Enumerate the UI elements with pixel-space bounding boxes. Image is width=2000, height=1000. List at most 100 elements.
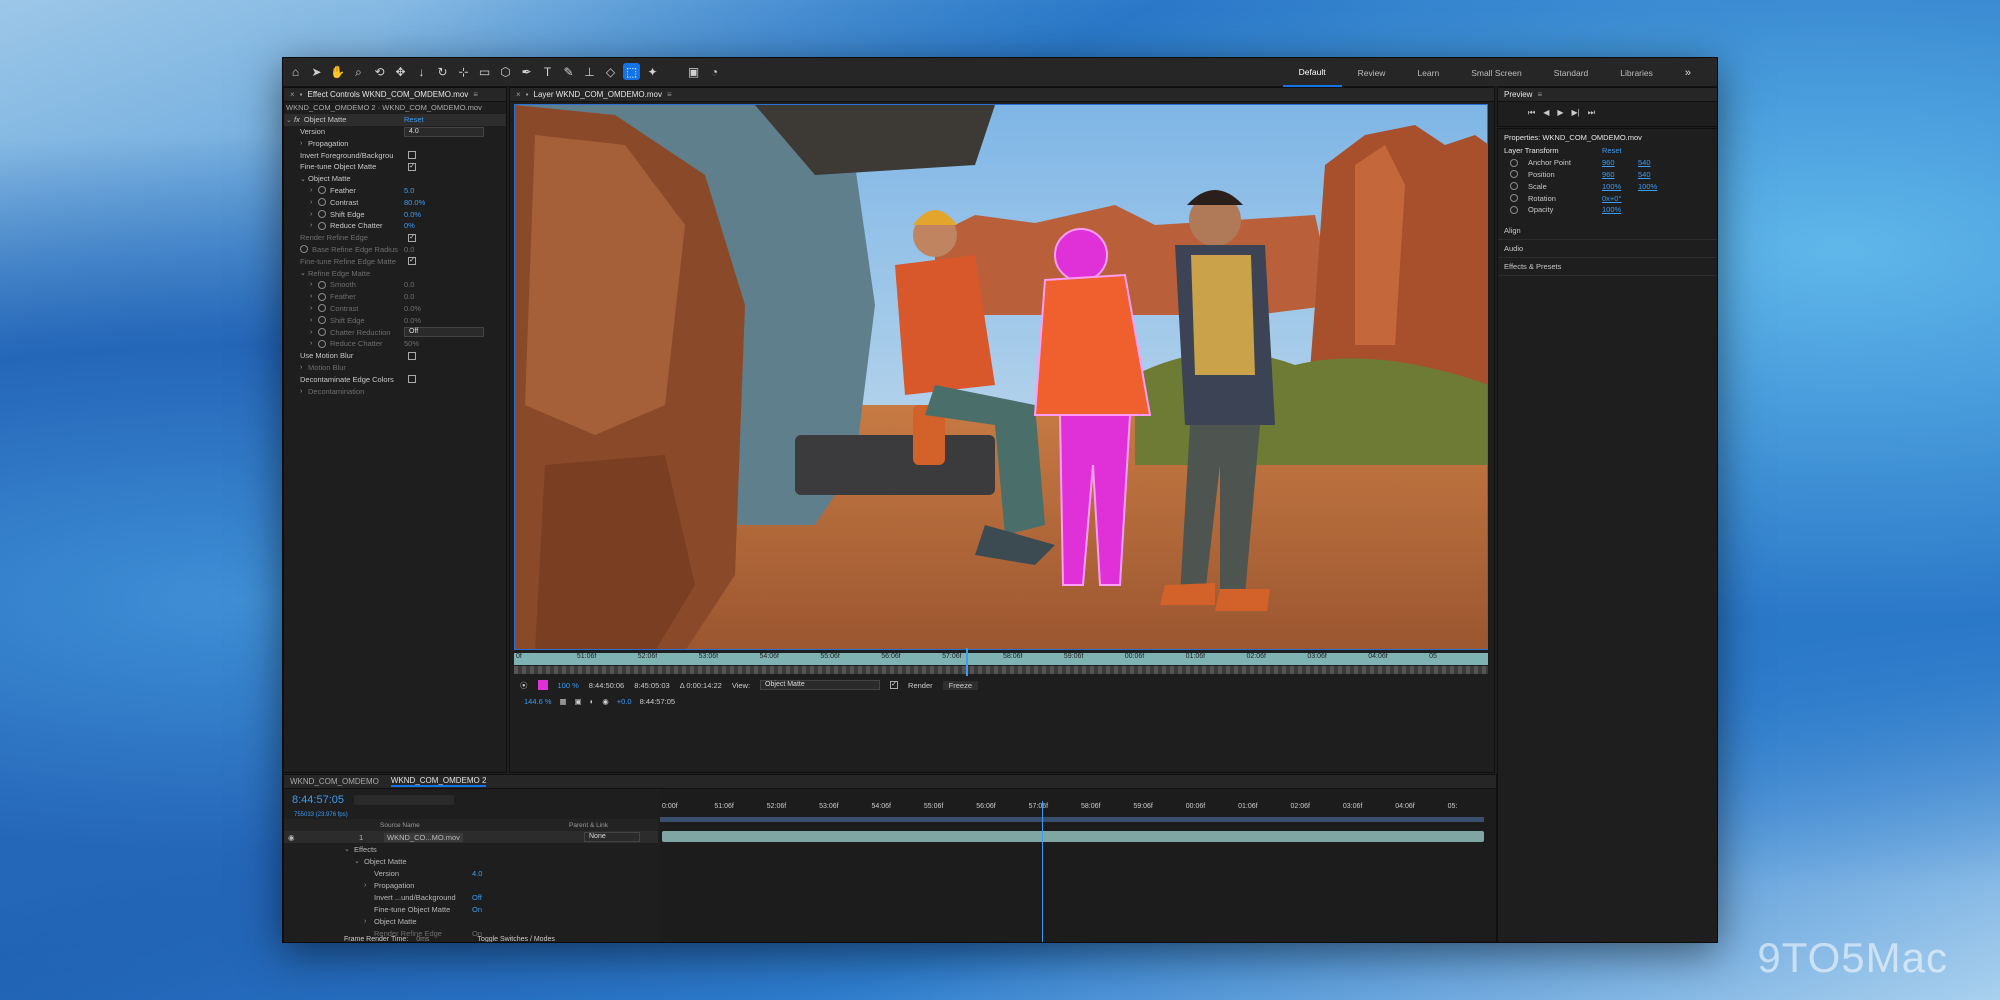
- collapsed-section-row[interactable]: Align: [1498, 222, 1717, 240]
- timeline-prop-value[interactable]: On: [472, 905, 482, 914]
- stopwatch-icon[interactable]: [300, 245, 308, 254]
- effect-prop-row[interactable]: Invert Foreground/Backgrou: [284, 149, 506, 161]
- panel-menu-icon[interactable]: ≡: [473, 90, 478, 99]
- workspace-small-screen[interactable]: Small Screen: [1455, 58, 1538, 87]
- search-input[interactable]: [354, 795, 454, 805]
- transform-value[interactable]: 0x+0°: [1602, 194, 1621, 203]
- timeline-track-area[interactable]: 0:00f 51:06f 52:06f 53:06f 54:06f 55:06f 56:06…: [660, 789, 1496, 942]
- effect-prop-row[interactable]: › Feather 0.0: [284, 291, 506, 303]
- first-frame-icon[interactable]: ⏮: [1528, 108, 1535, 118]
- object-selection-tool-icon[interactable]: ⬚: [623, 63, 640, 80]
- effect-prop-row[interactable]: › Feather 5.0: [284, 185, 506, 197]
- effect-header-row[interactable]: ⌄ fx Object Matte Reset: [284, 113, 506, 126]
- workspace-review[interactable]: Review: [1342, 58, 1402, 87]
- stopwatch-icon[interactable]: [318, 280, 326, 289]
- transform-value[interactable]: 540: [1638, 158, 1651, 167]
- transform-value[interactable]: 540: [1638, 170, 1651, 179]
- collapse-icon[interactable]: ⌄: [286, 116, 294, 124]
- visibility-icon[interactable]: ◉: [288, 833, 295, 842]
- effect-controls-tab[interactable]: × ▪ Effect Controls WKND_COM_OMDEMO.mov …: [284, 88, 506, 102]
- stopwatch-icon[interactable]: [1510, 194, 1518, 203]
- time-out-value[interactable]: 8:45:05:03: [634, 681, 669, 690]
- toggle-switches-button[interactable]: Toggle Switches / Modes: [477, 936, 554, 943]
- effect-prop-value[interactable]: 0.0: [404, 245, 414, 254]
- effect-prop-checkbox[interactable]: ✓: [408, 257, 416, 266]
- zoom-tool-icon[interactable]: ⌕: [350, 63, 367, 80]
- stopwatch-icon[interactable]: [318, 186, 326, 195]
- transform-value[interactable]: 100%: [1602, 205, 1621, 214]
- timeline-prop-row[interactable]: Fine-tune Object Matte On: [284, 903, 658, 915]
- timeline-prop-row[interactable]: › Propagation: [284, 879, 658, 891]
- layer-name[interactable]: WKND_CO...MO.mov: [384, 832, 463, 842]
- transform-row[interactable]: Scale 100% 100%: [1498, 180, 1717, 192]
- effect-prop-row[interactable]: Decontaminate Edge Colors: [284, 373, 506, 385]
- expand-icon[interactable]: ›: [310, 317, 318, 324]
- lock-icon[interactable]: ▪: [526, 90, 529, 99]
- panel-menu-icon[interactable]: ≡: [667, 90, 672, 99]
- effect-prop-row[interactable]: Fine-tune Object Matte ✓: [284, 161, 506, 173]
- comment-icon[interactable]: ◔: [706, 63, 723, 80]
- expand-icon[interactable]: ›: [300, 140, 308, 147]
- layer-viewer-tab[interactable]: × ▪ Layer WKND_COM_OMDEMO.mov ≡: [510, 88, 1494, 102]
- expand-icon[interactable]: ›: [364, 918, 372, 925]
- stopwatch-icon[interactable]: [1510, 205, 1518, 214]
- pan-camera-icon[interactable]: ✥: [392, 63, 409, 80]
- clone-stamp-icon[interactable]: ⊥: [581, 63, 598, 80]
- effect-prop-checkbox[interactable]: ✓: [408, 233, 416, 242]
- collapsed-section-row[interactable]: Effects & Presets: [1498, 258, 1717, 276]
- effect-prop-row[interactable]: › Contrast 80.0%: [284, 196, 506, 208]
- transform-value[interactable]: 100%: [1602, 182, 1621, 191]
- exposure-offset[interactable]: +0.0: [617, 697, 632, 706]
- expand-icon[interactable]: ⌄: [354, 857, 362, 865]
- home-icon[interactable]: ⌂: [287, 63, 304, 80]
- stopwatch-icon[interactable]: [318, 210, 326, 219]
- stopwatch-icon[interactable]: [1510, 182, 1518, 191]
- expand-icon[interactable]: ›: [310, 305, 318, 312]
- effect-prop-row[interactable]: › Smooth 0.0: [284, 279, 506, 291]
- video-frame[interactable]: [514, 104, 1488, 650]
- workspace-default[interactable]: Default: [1282, 58, 1342, 87]
- stopwatch-icon[interactable]: [318, 292, 326, 301]
- transform-value[interactable]: 100%: [1638, 182, 1657, 191]
- expand-icon[interactable]: ›: [310, 199, 318, 206]
- pan-behind-icon[interactable]: ⊹: [455, 63, 472, 80]
- expand-icon[interactable]: ⌄: [344, 845, 352, 853]
- effect-prop-row[interactable]: › Motion Blur: [284, 362, 506, 374]
- close-icon[interactable]: ×: [516, 90, 521, 99]
- expand-icon[interactable]: ›: [310, 329, 318, 336]
- render-layer-icon[interactable]: ⦿: [520, 680, 528, 691]
- effect-reset-link[interactable]: Reset: [404, 115, 424, 124]
- layer-row[interactable]: ◉ 1 WKND_CO...MO.mov None: [284, 831, 658, 843]
- timeline-prop-row[interactable]: Invert ...und/Background Off: [284, 891, 658, 903]
- matte-opacity-value[interactable]: 100 %: [558, 681, 579, 690]
- work-area-bar[interactable]: [660, 817, 1484, 822]
- effect-prop-checkbox[interactable]: [408, 351, 416, 360]
- viewer-scrub-bar[interactable]: [514, 666, 1488, 674]
- effect-prop-dropdown[interactable]: 4.0: [404, 126, 484, 137]
- grid-icon[interactable]: ▦: [560, 697, 567, 706]
- comp-tab-2[interactable]: WKND_COM_OMDEMO 2: [390, 776, 487, 787]
- timeline-prop-row[interactable]: Version 4.0: [284, 867, 658, 879]
- transform-value[interactable]: 960: [1602, 158, 1615, 167]
- effect-prop-value[interactable]: 0.0: [404, 280, 414, 289]
- fx-icon[interactable]: fx: [294, 115, 300, 124]
- effect-prop-row[interactable]: › Shift Edge 0.0%: [284, 208, 506, 220]
- effect-prop-row[interactable]: › Chatter Reduction Off: [284, 326, 506, 338]
- effect-prop-value[interactable]: 0.0%: [404, 304, 421, 313]
- snapping-icon[interactable]: ▣: [685, 63, 702, 80]
- expand-icon[interactable]: ›: [300, 388, 308, 395]
- effect-prop-value[interactable]: 0.0%: [404, 210, 421, 219]
- timeline-ruler[interactable]: 0:00f 51:06f 52:06f 53:06f 54:06f 55:06f 56:06…: [660, 803, 1496, 815]
- next-frame-icon[interactable]: ▶|: [1572, 108, 1580, 118]
- panel-menu-icon[interactable]: ≡: [1537, 90, 1542, 99]
- effect-prop-row[interactable]: Fine-tune Refine Edge Matte ✓: [284, 255, 506, 267]
- expand-icon[interactable]: ›: [310, 187, 318, 194]
- effect-prop-row[interactable]: Version 4.0: [284, 126, 506, 138]
- expand-icon[interactable]: ›: [310, 340, 318, 347]
- stopwatch-icon[interactable]: [318, 328, 326, 337]
- effect-prop-row[interactable]: › Contrast 0.0%: [284, 303, 506, 315]
- timeline-prop-row[interactable]: ⌄ Object Matte: [284, 855, 658, 867]
- effect-prop-row[interactable]: › Propagation: [284, 137, 506, 149]
- snapshot-icon[interactable]: ◉: [602, 697, 609, 706]
- effect-prop-checkbox[interactable]: [408, 375, 416, 384]
